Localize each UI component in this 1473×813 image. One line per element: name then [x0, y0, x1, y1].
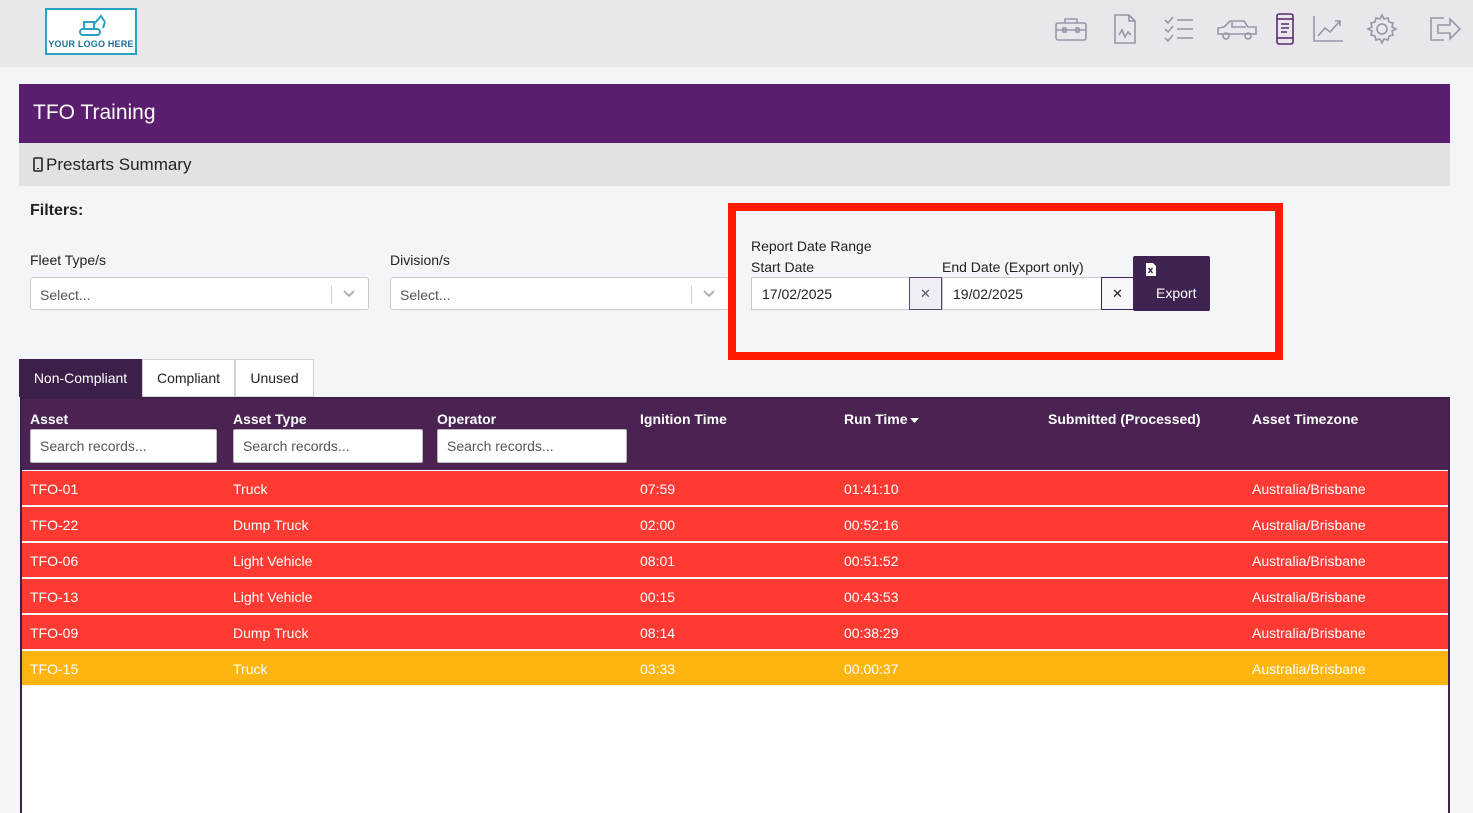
cell-asset-type: Dump Truck: [233, 517, 309, 533]
cell-asset: TFO-13: [30, 589, 79, 605]
cell-run-time: 01:41:10: [844, 481, 899, 497]
run-time-label: Run Time: [844, 411, 908, 427]
section-header: Prestarts Summary: [19, 143, 1450, 186]
select-separator: [691, 286, 692, 303]
table-row[interactable]: TFO-01 Truck 07:59 01:41:10 Australia/Brisba…: [22, 471, 1448, 506]
search-asset-input[interactable]: Search records...: [30, 429, 217, 463]
division-placeholder: Select...: [400, 287, 451, 303]
cell-timezone: Australia/Brisbane: [1252, 589, 1366, 605]
cell-asset-type: Dump Truck: [233, 625, 309, 641]
cell-asset: TFO-22: [30, 517, 79, 533]
division-label: Division/s: [390, 252, 450, 268]
tab-compliant[interactable]: Compliant: [142, 359, 235, 397]
table-row[interactable]: TFO-15 Truck 03:33 00:00:37 Australia/Brisba…: [22, 651, 1448, 686]
cell-asset-type: Truck: [233, 661, 268, 677]
cell-run-time: 00:43:53: [844, 589, 899, 605]
cell-asset-type: Light Vehicle: [233, 553, 313, 569]
cell-run-time: 00:38:29: [844, 625, 899, 641]
fleet-type-select[interactable]: Select...: [30, 277, 369, 310]
cell-asset: TFO-06: [30, 553, 79, 569]
cell-timezone: Australia/Brisbane: [1252, 661, 1366, 677]
column-header-asset-type[interactable]: Asset Type: [233, 411, 307, 427]
mobile-icon[interactable]: [1268, 12, 1302, 46]
search-asset-type-input[interactable]: Search records...: [233, 429, 423, 463]
filters-heading: Filters:: [30, 202, 84, 219]
cell-timezone: Australia/Brisbane: [1252, 481, 1366, 497]
table-header: Asset Asset Type Operator Ignition Time …: [22, 399, 1448, 470]
cell-ignition-time: 03:33: [640, 661, 676, 677]
column-header-asset[interactable]: Asset: [30, 411, 68, 427]
cell-timezone: Australia/Brisbane: [1252, 553, 1366, 569]
report-icon[interactable]: [1108, 12, 1142, 46]
table-row[interactable]: TFO-22 Dump Truck 02:00 00:52:16 Australia/B…: [22, 507, 1448, 542]
cell-asset: TFO-01: [30, 481, 79, 497]
cell-timezone: Australia/Brisbane: [1252, 517, 1366, 533]
column-header-operator[interactable]: Operator: [437, 411, 496, 427]
settings-icon[interactable]: [1365, 12, 1399, 46]
prestarts-table: Asset Asset Type Operator Ignition Time …: [20, 397, 1450, 813]
division-select[interactable]: Select...: [390, 277, 729, 310]
vehicle-icon[interactable]: [1216, 12, 1258, 46]
cell-ignition-time: 00:15: [640, 589, 676, 605]
select-separator: [331, 286, 332, 303]
logout-icon[interactable]: [1428, 12, 1462, 46]
column-header-timezone[interactable]: Asset Timezone: [1252, 411, 1358, 427]
cell-run-time: 00:52:16: [844, 517, 899, 533]
cell-asset: TFO-09: [30, 625, 79, 641]
cell-ignition-time: 02:00: [640, 517, 676, 533]
page-title: TFO Training: [33, 101, 156, 124]
logo-text: YOUR LOGO HERE: [48, 39, 134, 49]
tab-unused[interactable]: Unused: [235, 359, 314, 397]
cell-timezone: Australia/Brisbane: [1252, 625, 1366, 641]
section-title: Prestarts Summary: [46, 155, 192, 174]
cell-ignition-time: 08:14: [640, 625, 676, 641]
column-header-submitted[interactable]: Submitted (Processed): [1048, 411, 1200, 427]
cell-ignition-time: 08:01: [640, 553, 676, 569]
highlight-box: [728, 203, 1283, 360]
page-title-bar: TFO Training: [19, 84, 1450, 143]
cell-run-time: 00:00:37: [844, 661, 899, 677]
company-logo[interactable]: YOUR LOGO HERE: [45, 8, 137, 55]
fleet-type-label: Fleet Type/s: [30, 252, 107, 268]
table-row[interactable]: TFO-13 Light Vehicle 00:15 00:43:53 Australi…: [22, 579, 1448, 614]
table-row[interactable]: TFO-06 Light Vehicle 08:01 00:51:52 Australi…: [22, 543, 1448, 578]
column-header-ignition-time[interactable]: Ignition Time: [640, 411, 727, 427]
sort-desc-icon: [909, 417, 919, 423]
top-bar: YOUR LOGO HERE: [0, 0, 1473, 67]
excavator-icon: [79, 14, 106, 36]
chevron-down-icon: [703, 290, 715, 298]
cell-asset-type: Truck: [233, 481, 268, 497]
column-header-run-time[interactable]: Run Time: [844, 411, 919, 427]
toolbox-icon[interactable]: [1054, 12, 1088, 46]
cell-run-time: 00:51:52: [844, 553, 899, 569]
table-row[interactable]: TFO-09 Dump Truck 08:14 00:38:29 Australia/B…: [22, 615, 1448, 650]
search-operator-input[interactable]: Search records...: [437, 429, 627, 463]
chevron-down-icon: [343, 290, 355, 298]
cell-ignition-time: 07:59: [640, 481, 676, 497]
cell-asset-type: Light Vehicle: [233, 589, 313, 605]
checklist-icon[interactable]: [1162, 12, 1196, 46]
mobile-icon: [33, 157, 43, 172]
fleet-type-placeholder: Select...: [40, 287, 91, 303]
cell-asset: TFO-15: [30, 661, 79, 677]
tab-non-compliant[interactable]: Non-Compliant: [19, 359, 142, 397]
chart-icon[interactable]: [1311, 12, 1345, 46]
